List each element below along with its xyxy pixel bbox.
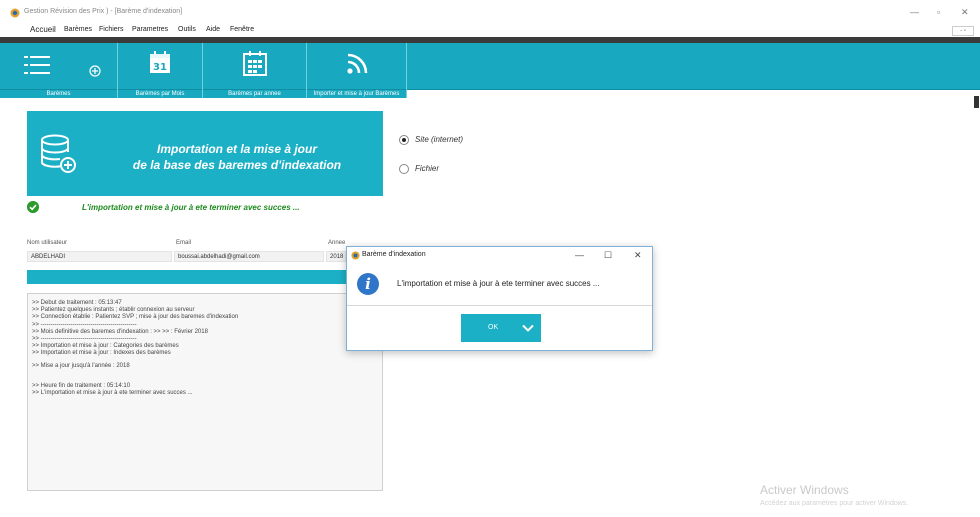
- email-label: Email: [176, 240, 192, 246]
- dialog-maximize-button[interactable]: ☐: [604, 250, 612, 261]
- toolbar-baremes-button[interactable]: [0, 43, 118, 90]
- dialog-close-button[interactable]: ✕: [634, 250, 642, 261]
- progress-fill: [27, 270, 383, 284]
- menu-accueil[interactable]: Accueil: [30, 25, 56, 34]
- check-circle-icon: [27, 201, 39, 213]
- add-circle-icon: [89, 65, 101, 77]
- log-line: >> Importation et mise à jour : Indexes …: [32, 350, 171, 357]
- panel-title-line1: Importation et la mise à jour: [156, 142, 318, 156]
- email-field[interactable]: boussai.abdelhadi@gmail.com: [174, 251, 324, 262]
- dialog-minimize-button[interactable]: —: [575, 250, 584, 261]
- toolbar-label-baremes-mois[interactable]: Barèmes par Mois: [118, 90, 203, 98]
- toolbar-baremes-mois-button[interactable]: 31: [118, 43, 203, 90]
- toolbar-baremes-annee-button[interactable]: [203, 43, 307, 90]
- log-panel[interactable]: >> Debut de traitement : 05:13:47 >> Pat…: [27, 293, 383, 491]
- menu-fichiers[interactable]: Fichiers: [99, 26, 124, 33]
- dialog-title: Barème d'indexation: [362, 251, 426, 258]
- year-label: Annee: [328, 240, 346, 246]
- log-line: >> -------------------------------------…: [32, 336, 137, 343]
- radio-site-internet[interactable]: [399, 135, 409, 145]
- maximize-button[interactable]: ▫: [937, 6, 940, 18]
- user-field[interactable]: ABDELHADI: [27, 251, 172, 262]
- close-button[interactable]: ✕: [961, 6, 969, 18]
- radio-fichier[interactable]: [399, 164, 409, 174]
- user-label: Nom utilisateur: [27, 240, 68, 246]
- calendar-number: 31: [153, 62, 167, 73]
- toolbar: 31: [0, 43, 980, 90]
- calendar-grid-icon: [242, 51, 267, 76]
- progress-bar: [27, 270, 383, 284]
- radio-fichier-label[interactable]: Fichier: [415, 164, 439, 173]
- log-line: >> Importation et mise à jour : Categori…: [32, 343, 179, 350]
- message-dialog: Barème d'indexation — ☐ ✕ i L'importatio…: [346, 246, 653, 351]
- menu-fenetre[interactable]: Fenêtre: [230, 26, 254, 33]
- log-line: >> Connection établie : Patientez SVP ; …: [32, 314, 239, 321]
- minimize-button[interactable]: —: [910, 6, 919, 18]
- menu-bar: Accueil Barèmes Fichiers Parametres Outi…: [0, 24, 980, 36]
- toolbar-label-importer[interactable]: Importer et mise à jour Barèmes: [307, 90, 407, 98]
- year-field[interactable]: 2018: [326, 251, 346, 262]
- toolbar-label-baremes[interactable]: Barèmes: [0, 90, 118, 98]
- dialog-message: L'importation et mise à jour à ete termi…: [397, 279, 600, 288]
- log-line: >> -------------------------------------…: [32, 321, 137, 328]
- panel-title: Importation et la mise à jour de la base…: [27, 141, 383, 173]
- log-line: >> Heure fin de traitement : 05:14:10: [32, 382, 131, 389]
- info-icon: i: [357, 273, 379, 295]
- status-message: L'importation et mise à jour à ete termi…: [82, 203, 300, 212]
- import-panel: Importation et la mise à jour de la base…: [27, 111, 383, 196]
- log-line: >> L'importation et mise à jour à ete te…: [32, 390, 193, 397]
- app-logo-icon: [351, 251, 360, 260]
- side-scroll-handle[interactable]: [974, 96, 979, 108]
- log-line: >> Patientez quelques instants ; établir…: [32, 307, 195, 314]
- menu-baremes[interactable]: Barèmes: [64, 26, 92, 33]
- ok-button[interactable]: OK: [461, 314, 541, 342]
- log-line: >> Mois definitive des baremes d'indexat…: [32, 328, 208, 335]
- panel-title-line2: de la base des baremes d'indexation: [132, 158, 342, 172]
- mdi-window-controls[interactable]: - ▫: [952, 26, 974, 36]
- rss-icon: [346, 53, 367, 74]
- dialog-title-bar: Barème d'indexation — ☐ ✕: [347, 247, 652, 265]
- radio-site-label[interactable]: Site (internet): [415, 135, 463, 144]
- calendar-icon: 31: [150, 51, 170, 73]
- list-icon: [24, 56, 50, 74]
- chevron-down-icon: [522, 324, 534, 332]
- toolbar-importer-button[interactable]: [307, 43, 407, 90]
- ok-button-label: OK: [488, 324, 499, 331]
- dialog-separator: [347, 305, 652, 306]
- app-logo-icon: [10, 8, 20, 18]
- log-line: >> Debut de traitement : 05:13:47: [32, 300, 122, 306]
- menu-parametres[interactable]: Parametres: [132, 26, 168, 33]
- window-title: Gestion Révision des Prix ) - [Barème d'…: [24, 8, 183, 15]
- activation-watermark: Activer Windows: [760, 483, 849, 497]
- log-line: >> Mise a jour jusqu'à l'année : 2018: [32, 362, 130, 369]
- toolbar-label-baremes-annee[interactable]: Barèmes par annee: [203, 90, 307, 98]
- title-bar: Gestion Révision des Prix ) - [Barème d'…: [0, 0, 980, 24]
- activation-watermark-subtitle: Accédez aux paramètres pour activer Wind…: [760, 500, 909, 507]
- menu-outils[interactable]: Outils: [178, 26, 196, 33]
- app-window: Gestion Révision des Prix ) - [Barème d'…: [0, 0, 980, 517]
- menu-aide[interactable]: Aide: [206, 26, 220, 33]
